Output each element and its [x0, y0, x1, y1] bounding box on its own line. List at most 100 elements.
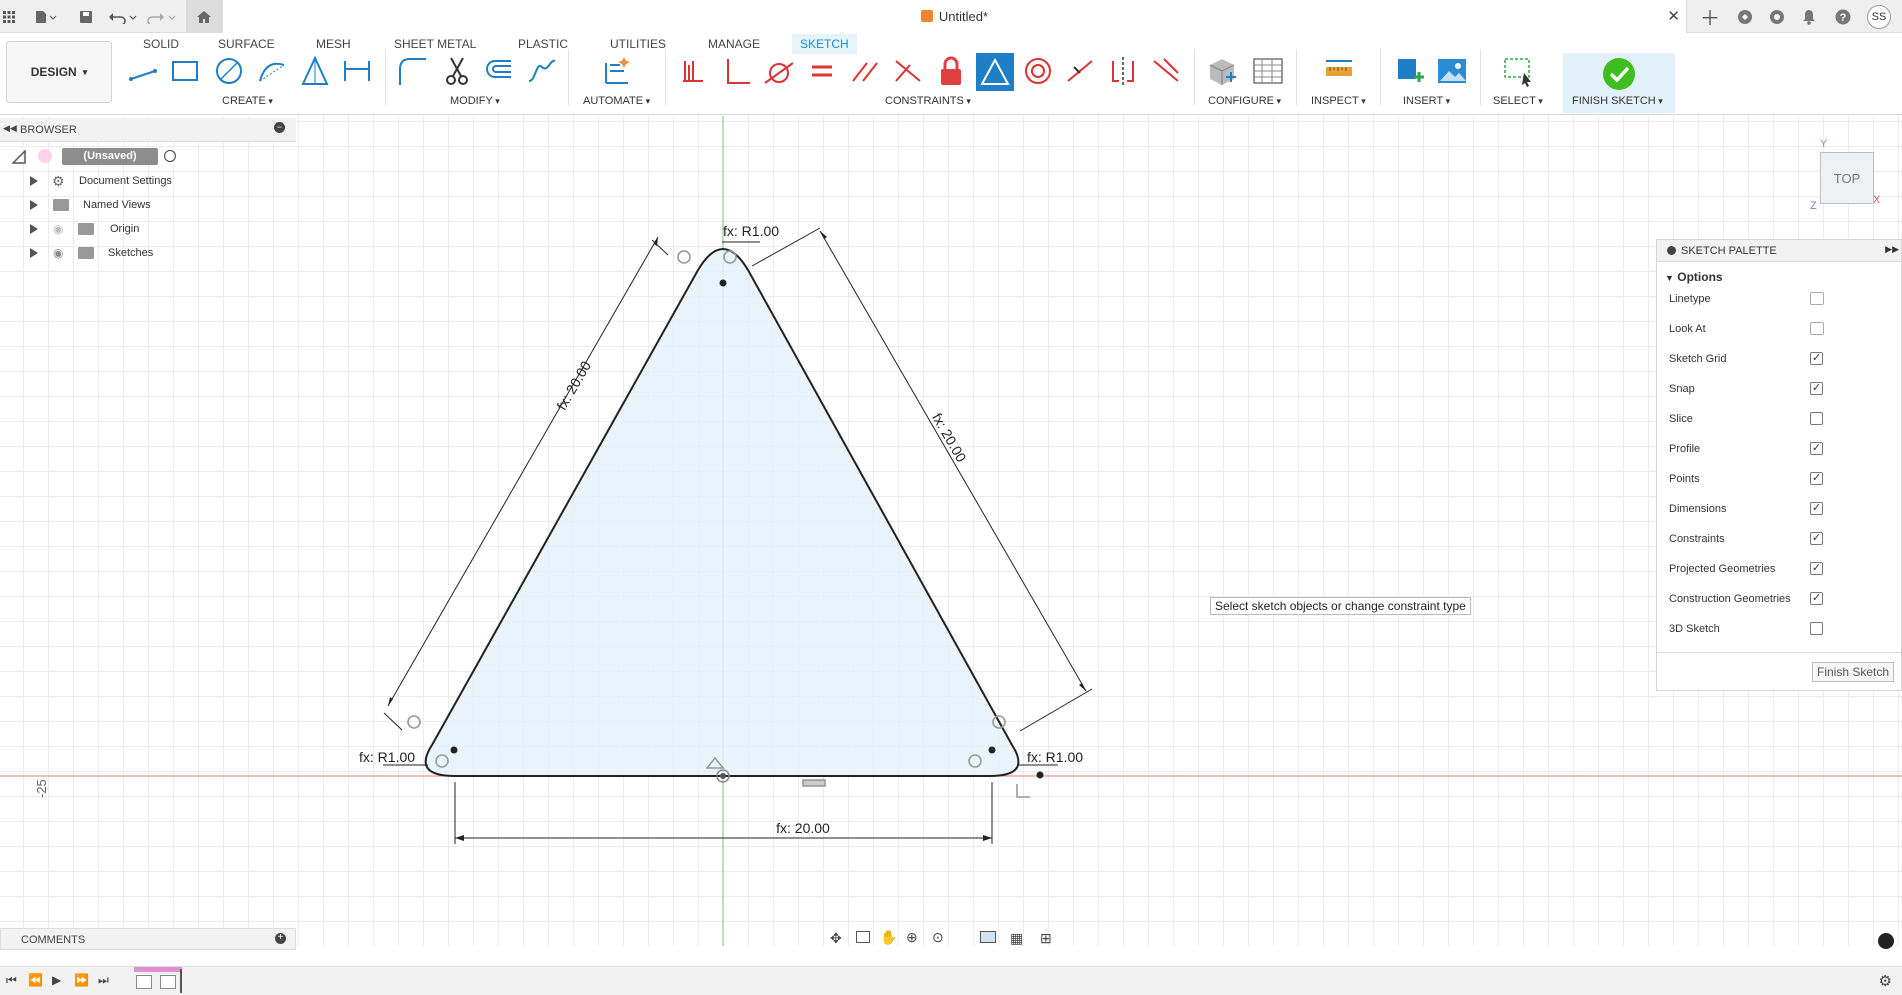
insert-derive-icon[interactable] — [1394, 55, 1426, 87]
symmetric-constraint-icon[interactable] — [1107, 55, 1139, 87]
look-at-icon[interactable] — [1810, 322, 1824, 335]
palette-checkbox[interactable]: ✓ — [1810, 382, 1823, 395]
expand-arrow-icon[interactable] — [30, 224, 38, 234]
file-menu-icon[interactable] — [30, 0, 60, 33]
timeline-sketch-icon[interactable] — [136, 975, 152, 989]
perpendicular-constraint-icon[interactable] — [720, 55, 752, 87]
palette-finish-sketch-button[interactable]: Finish Sketch — [1812, 662, 1894, 682]
help-icon[interactable]: ? — [1830, 0, 1856, 33]
browser-root-row[interactable]: (Unsaved) — [0, 146, 296, 168]
notifications-icon[interactable] — [1796, 0, 1822, 33]
zoom-icon[interactable]: ⊕ — [906, 929, 918, 946]
app-grid-icon[interactable] — [0, 0, 18, 33]
automate-group-label[interactable]: AUTOMATE — [583, 95, 650, 107]
tab-solid[interactable]: SOLID — [135, 34, 187, 54]
curvature-constraint-icon[interactable] — [1150, 55, 1182, 87]
finish-sketch-button[interactable]: FINISH SKETCH — [1563, 53, 1675, 113]
home-icon[interactable] — [186, 0, 222, 33]
arc-tool-icon[interactable] — [256, 55, 288, 87]
configure-group-label[interactable]: CONFIGURE — [1208, 95, 1281, 107]
tangent-constraint-icon[interactable] — [763, 55, 795, 87]
eye-icon[interactable] — [38, 149, 52, 163]
modify-group-label[interactable]: MODIFY — [450, 95, 500, 107]
browser-item-named-views[interactable]: Named Views — [0, 194, 296, 216]
tab-mesh[interactable]: MESH — [308, 34, 359, 54]
orbit-icon[interactable]: ✥ — [830, 930, 842, 947]
symmetry-triangle-icon[interactable] — [976, 53, 1014, 91]
dim-left-text[interactable]: fx: 20.00 — [553, 358, 594, 413]
offset-tool-icon[interactable] — [483, 55, 515, 87]
palette-checkbox[interactable]: ✓ — [1810, 592, 1823, 605]
palette-checkbox[interactable]: ✓ — [1810, 472, 1823, 485]
configure-table-icon[interactable] — [1252, 55, 1284, 87]
insert-image-icon[interactable] — [1436, 55, 1468, 87]
browser-item-document-settings[interactable]: ⚙ Document Settings — [0, 170, 296, 192]
coincident-constraint-icon[interactable] — [677, 55, 709, 87]
display-settings-icon[interactable] — [980, 931, 996, 943]
palette-checkbox[interactable]: ✓ — [1810, 352, 1823, 365]
root-component-label[interactable]: (Unsaved) — [62, 148, 158, 165]
browser-item-origin[interactable]: ◉ Origin — [0, 218, 296, 240]
job-status-icon[interactable] — [1764, 0, 1790, 33]
palette-checkbox[interactable]: ✓ — [1810, 562, 1823, 575]
insert-group-label[interactable]: INSERT — [1403, 95, 1450, 107]
palette-checkbox[interactable]: ✓ — [1810, 532, 1823, 545]
timeline-forward-icon[interactable]: ⏩ — [74, 973, 89, 987]
palette-checkbox[interactable]: ✓ — [1810, 502, 1823, 515]
document-tab[interactable]: Untitled* ✕ — [222, 0, 1687, 33]
inspect-group-label[interactable]: INSPECT — [1311, 95, 1366, 107]
feedback-icon[interactable] — [1878, 933, 1894, 949]
select-window-icon[interactable] — [1502, 55, 1534, 87]
concentric-constraint-icon[interactable] — [1022, 55, 1054, 87]
save-icon[interactable] — [75, 0, 97, 33]
comments-panel[interactable]: COMMENTS + — [0, 928, 296, 950]
new-tab-icon[interactable]: ＋ — [1697, 0, 1723, 33]
timeline-start-icon[interactable]: ⏮ — [6, 973, 17, 988]
configure-model-icon[interactable] — [1206, 55, 1238, 87]
grid-icon[interactable]: ▦ — [1010, 930, 1023, 947]
close-tab-icon[interactable]: ✕ — [1667, 7, 1680, 25]
palette-checkbox[interactable]: ✓ — [1810, 442, 1823, 455]
midpoint-constraint-icon[interactable] — [1064, 55, 1096, 87]
palette-minimize-icon[interactable] — [1667, 246, 1676, 255]
user-avatar[interactable]: SS — [1864, 0, 1894, 33]
sketch-point[interactable] — [450, 746, 458, 754]
linetype-icon[interactable] — [1810, 292, 1824, 305]
undo-icon[interactable] — [106, 0, 140, 33]
tab-sheet-metal[interactable]: SHEET METAL — [386, 34, 484, 54]
browser-options-icon[interactable]: − — [274, 122, 285, 133]
rectangle-tool-icon[interactable] — [169, 55, 201, 87]
sketch-canvas[interactable]: fx: 20.00 fx: 20.00 fx: 20.00 fx: R1.00 … — [0, 116, 1902, 946]
perpendicular-lines-icon[interactable] — [892, 55, 924, 87]
palette-checkbox[interactable] — [1810, 622, 1823, 635]
radius-left-text[interactable]: fx: R1.00 — [359, 749, 415, 765]
measure-icon[interactable] — [1323, 55, 1355, 87]
tab-manage[interactable]: MANAGE — [700, 34, 768, 54]
select-group-label[interactable]: SELECT — [1493, 95, 1543, 107]
dim-right-text[interactable]: fx: 20.00 — [929, 410, 970, 465]
timeline-play-icon[interactable]: ▶ — [52, 973, 61, 987]
triangle-profile[interactable] — [424, 248, 1020, 777]
fix-lock-icon[interactable] — [935, 55, 967, 87]
expand-arrow-icon[interactable] — [30, 200, 38, 210]
look-at-icon[interactable] — [856, 931, 870, 943]
create-group-label[interactable]: CREATE — [222, 95, 273, 107]
trim-tool-icon[interactable] — [441, 55, 473, 87]
tab-sketch[interactable]: SKETCH — [792, 34, 857, 54]
fillet-tool-icon[interactable] — [396, 55, 428, 87]
radius-right-text[interactable]: fx: R1.00 — [1027, 749, 1083, 765]
equal-constraint-icon[interactable] — [806, 55, 838, 87]
circle-tool-icon[interactable] — [213, 55, 245, 87]
timeline-end-icon[interactable]: ⏭ — [98, 973, 109, 988]
radius-top-text[interactable]: fx: R1.00 — [723, 223, 779, 239]
redo-icon[interactable] — [145, 0, 179, 33]
sketch-point[interactable] — [719, 279, 727, 287]
collapse-panel-icon[interactable]: ◀◀ — [3, 123, 17, 134]
tab-surface[interactable]: SURFACE — [210, 34, 283, 54]
tab-utilities[interactable]: UTILITIES — [602, 34, 674, 54]
palette-checkbox[interactable] — [1810, 412, 1823, 425]
parallel-constraint-icon[interactable] — [849, 55, 881, 87]
timeline-sketch-icon[interactable] — [160, 975, 176, 989]
view-cube[interactable]: TOP — [1820, 152, 1874, 204]
add-comment-icon[interactable]: + — [275, 933, 286, 944]
